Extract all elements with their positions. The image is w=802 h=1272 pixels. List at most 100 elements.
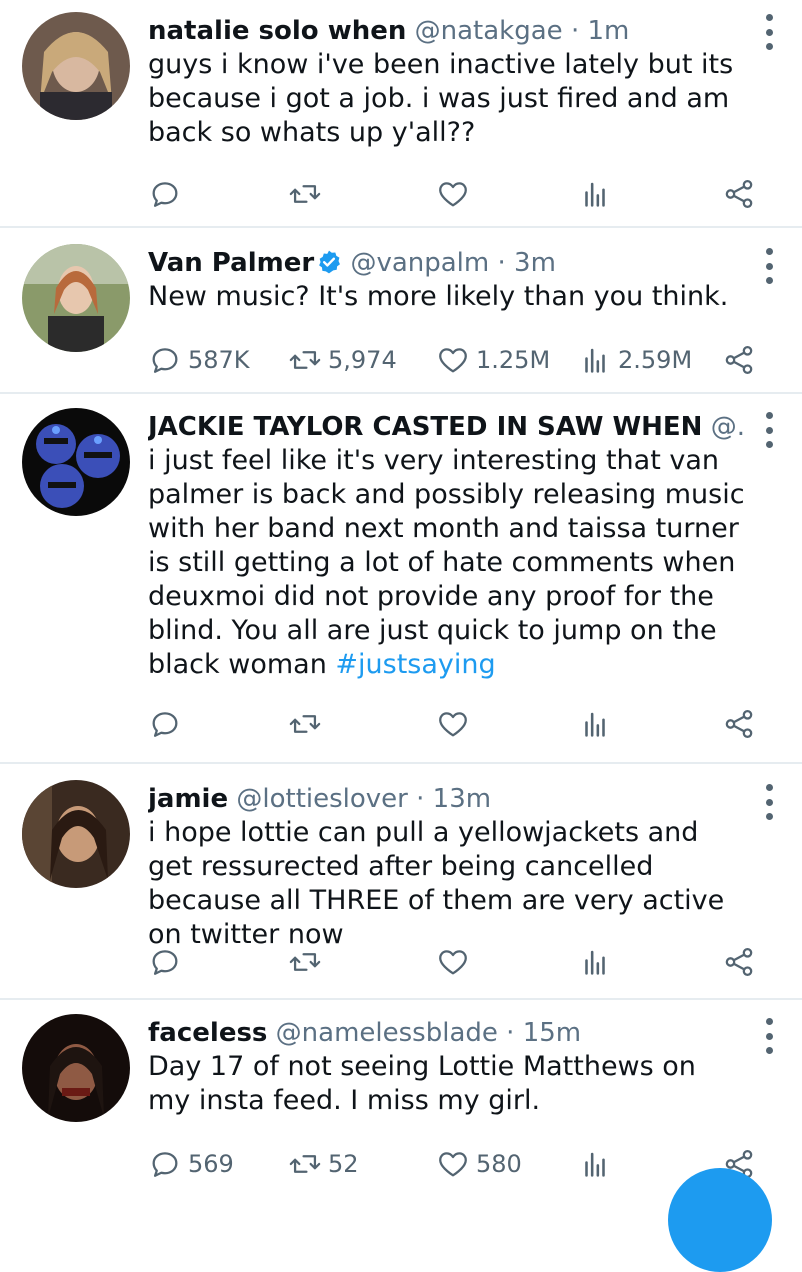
display-name[interactable]: natalie solo when <box>148 16 406 46</box>
views-button[interactable] <box>578 1144 618 1184</box>
retweet-button[interactable]: 5,974 <box>288 340 397 380</box>
tweet-text: guys i know i've been inactive lately bu… <box>148 49 734 148</box>
views-icon <box>585 348 605 373</box>
avatar[interactable] <box>22 408 130 516</box>
share-button[interactable] <box>722 942 756 982</box>
views-icon <box>585 182 605 207</box>
tweet[interactable]: Van Palmer @vanpalm · 3m New music? It's… <box>0 228 802 394</box>
user-handle[interactable]: @natakgae <box>415 16 563 46</box>
user-handle[interactable]: @lottieslover <box>236 784 408 814</box>
display-name[interactable]: Van Palmer <box>148 248 314 278</box>
heart-icon <box>439 348 467 373</box>
display-name[interactable]: jamie <box>148 784 228 814</box>
tweet-header: natalie solo when @natakgae · 1m <box>148 14 746 48</box>
retweet-icon <box>289 715 321 733</box>
tweet-text: New music? It's more likely than you thi… <box>148 281 729 312</box>
like-button[interactable] <box>436 174 476 214</box>
display-name[interactable]: JACKIE TAYLOR CASTED IN SAW WHEN <box>148 412 702 442</box>
tweet[interactable]: natalie solo when @natakgae · 1m guys i … <box>0 0 802 228</box>
share-button[interactable] <box>722 340 756 380</box>
tweet-actions: 569 52 580 <box>148 1144 762 1184</box>
reply-icon <box>152 712 178 737</box>
timeline-feed: natalie solo when @natakgae · 1m guys i … <box>0 0 802 1200</box>
like-button[interactable]: 1.25M <box>436 340 550 380</box>
user-handle[interactable]: @... <box>711 412 746 442</box>
more-options-icon[interactable] <box>762 1018 776 1054</box>
reply-button[interactable]: 569 <box>148 1144 234 1184</box>
tweet[interactable]: faceless @namelessblade · 15m Day 17 of … <box>0 1000 802 1200</box>
tweet-actions <box>148 704 762 744</box>
reply-button[interactable] <box>148 174 188 214</box>
tweet-text: i just feel like it's very interesting t… <box>148 444 746 682</box>
reply-icon <box>152 1152 178 1177</box>
views-button[interactable]: 2.59M <box>578 340 692 380</box>
more-options-icon[interactable] <box>762 412 776 448</box>
like-count: 580 <box>476 1150 522 1178</box>
retweet-count: 52 <box>328 1150 359 1178</box>
share-button[interactable] <box>722 174 756 214</box>
heart-icon <box>439 712 467 737</box>
tweet[interactable]: jamie @lottieslover · 13m i hope lottie … <box>0 764 802 1000</box>
like-button[interactable]: 580 <box>436 1144 522 1184</box>
hashtag-link[interactable]: #justsaying <box>335 649 495 680</box>
avatar[interactable] <box>22 12 130 120</box>
separator-dot: · <box>416 784 425 814</box>
separator-dot: · <box>506 1018 515 1048</box>
heart-icon <box>439 950 467 975</box>
more-options-icon[interactable] <box>762 14 776 50</box>
views-icon <box>585 950 605 975</box>
views-count: 2.59M <box>618 346 693 374</box>
share-icon <box>725 947 753 977</box>
more-options-icon[interactable] <box>762 248 776 284</box>
reply-icon <box>152 348 178 373</box>
display-name[interactable]: faceless <box>148 1018 267 1048</box>
separator-dot: · <box>497 248 506 278</box>
like-count: 1.25M <box>476 346 551 374</box>
retweet-button[interactable] <box>288 174 328 214</box>
timestamp[interactable]: 3m <box>514 248 556 278</box>
views-button[interactable] <box>578 942 618 982</box>
retweet-icon <box>289 1155 321 1173</box>
timestamp[interactable]: 1m <box>587 16 629 46</box>
timestamp[interactable]: 15m <box>523 1018 581 1048</box>
avatar[interactable] <box>22 780 130 888</box>
tweet-actions <box>148 942 762 982</box>
tweet-header: jamie @lottieslover · 13m <box>148 782 746 816</box>
reply-button[interactable] <box>148 704 188 744</box>
more-options-icon[interactable] <box>762 784 776 820</box>
tweet-actions: 587K 5,974 1.25M 2.59M <box>148 340 762 380</box>
tweet-header: faceless @namelessblade · 15m <box>148 1016 746 1050</box>
retweet-button[interactable]: 52 <box>288 1144 359 1184</box>
reply-icon <box>152 950 178 975</box>
avatar[interactable] <box>22 244 130 352</box>
compose-tweet-button[interactable] <box>668 1168 772 1272</box>
tweet-text: Day 17 of not seeing Lottie Matthews on … <box>148 1051 696 1116</box>
retweet-button[interactable] <box>288 942 328 982</box>
reply-count: 587K <box>188 346 250 374</box>
share-icon <box>725 345 753 375</box>
tweet-actions <box>148 174 762 214</box>
separator-dot: · <box>570 16 580 46</box>
tweet-header: Van Palmer @vanpalm · 3m <box>148 246 746 280</box>
heart-icon <box>439 1152 467 1177</box>
reply-button[interactable] <box>148 942 188 982</box>
retweet-count: 5,974 <box>328 346 397 374</box>
views-icon <box>585 712 605 737</box>
verified-badge-icon <box>319 250 341 274</box>
views-button[interactable] <box>578 704 618 744</box>
share-button[interactable] <box>722 704 756 744</box>
retweet-icon <box>289 953 321 971</box>
retweet-button[interactable] <box>288 704 328 744</box>
share-icon <box>725 709 753 739</box>
tweet[interactable]: JACKIE TAYLOR CASTED IN SAW WHEN @... i … <box>0 394 802 764</box>
timestamp[interactable]: 13m <box>433 784 491 814</box>
reply-button[interactable]: 587K <box>148 340 250 380</box>
views-icon <box>585 1152 605 1177</box>
like-button[interactable] <box>436 704 476 744</box>
views-button[interactable] <box>578 174 618 214</box>
user-handle[interactable]: @vanpalm <box>350 248 489 278</box>
avatar[interactable] <box>22 1014 130 1122</box>
retweet-icon <box>289 185 321 203</box>
user-handle[interactable]: @namelessblade <box>276 1018 498 1048</box>
like-button[interactable] <box>436 942 476 982</box>
